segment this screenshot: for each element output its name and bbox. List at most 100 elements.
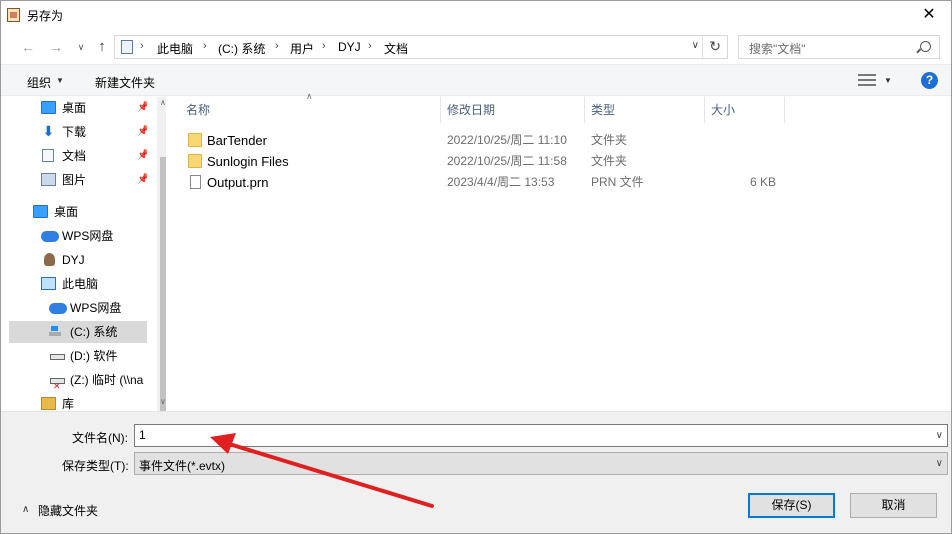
forward-arrow-icon[interactable]: → bbox=[46, 39, 66, 55]
navigation-row: ← → ∨ ↑ › 此电脑 › (C:) 系统 › 用户 › DYJ › 文档 … bbox=[0, 30, 952, 64]
file-size: 6 KB bbox=[749, 175, 776, 189]
filetype-select[interactable]: 事件文件(*.evtx) ∨ bbox=[134, 452, 948, 475]
back-arrow-icon[interactable]: ← bbox=[18, 39, 38, 55]
nav-item-downloads[interactable]: ⬇ 下载 📌 bbox=[9, 121, 147, 143]
column-divider[interactable] bbox=[440, 97, 441, 123]
column-divider[interactable] bbox=[584, 97, 585, 123]
address-segment-documents[interactable]: 文档 bbox=[384, 40, 408, 57]
desktop-icon bbox=[33, 205, 48, 218]
nav-item-label: 下载 bbox=[62, 125, 87, 139]
picture-icon bbox=[41, 173, 56, 186]
column-header-name[interactable]: 名称 bbox=[186, 97, 210, 123]
filetype-value: 事件文件(*.evtx) bbox=[139, 459, 226, 473]
save-form-panel: 文件名(N): 1 ∨ 保存类型(T): 事件文件(*.evtx) ∨ ∧ 隐藏… bbox=[0, 411, 952, 534]
column-header-date[interactable]: 修改日期 bbox=[447, 97, 495, 123]
nav-item-desktop-quick[interactable]: 桌面 📌 bbox=[9, 97, 147, 119]
save-button[interactable]: 保存(S) bbox=[748, 493, 835, 518]
up-arrow-icon[interactable]: ↑ bbox=[92, 39, 112, 55]
refresh-icon[interactable]: ↻ bbox=[709, 38, 721, 55]
file-name: Sunlogin Files bbox=[207, 154, 289, 169]
pin-icon[interactable]: 📌 bbox=[137, 121, 147, 143]
hide-folders-button[interactable]: 隐藏文件夹 bbox=[38, 502, 98, 519]
nav-item-label: DYJ bbox=[62, 253, 85, 267]
nav-item-label: 桌面 bbox=[62, 101, 87, 115]
hide-folders-chevron-icon[interactable]: ∧ bbox=[22, 504, 29, 515]
address-history-chevron-icon[interactable]: ∨ bbox=[692, 40, 699, 51]
filename-dropdown-chevron-icon[interactable]: ∨ bbox=[936, 430, 943, 441]
file-row[interactable]: Output.prn 2023/4/4/周二 13:53 PRN 文件 6 KB bbox=[184, 172, 804, 193]
navigation-pane: 桌面 📌 ⬇ 下载 📌 文档 📌 图片 📌 桌面 WPS网盘 DYJ 此电脑 W… bbox=[9, 97, 172, 425]
pin-icon[interactable]: 📌 bbox=[137, 97, 147, 119]
column-divider[interactable] bbox=[704, 97, 705, 123]
scroll-down-icon[interactable]: ∨ bbox=[160, 397, 166, 406]
pin-icon[interactable]: 📌 bbox=[137, 169, 147, 191]
organize-button[interactable]: 组织 bbox=[27, 74, 51, 91]
nav-item-wps-cloud-pc[interactable]: WPS网盘 bbox=[9, 297, 147, 319]
nav-item-d-drive[interactable]: (D:) 软件 bbox=[9, 345, 147, 367]
column-divider[interactable] bbox=[784, 97, 785, 123]
nav-item-documents[interactable]: 文档 📌 bbox=[9, 145, 147, 167]
nav-item-label: 桌面 bbox=[54, 205, 79, 219]
pin-icon[interactable]: 📌 bbox=[137, 145, 147, 167]
view-options-caret-icon[interactable]: ▼ bbox=[884, 76, 892, 85]
nav-item-label: 文档 bbox=[62, 149, 87, 163]
library-icon bbox=[41, 397, 56, 410]
file-date: 2022/10/25/周二 11:58 bbox=[447, 154, 567, 168]
computer-icon bbox=[41, 277, 56, 290]
nav-item-wps-cloud[interactable]: WPS网盘 bbox=[9, 225, 147, 247]
nav-item-label: 此电脑 bbox=[62, 277, 99, 291]
address-segment-users[interactable]: 用户 bbox=[290, 40, 314, 57]
cancel-button[interactable]: 取消 bbox=[850, 493, 937, 518]
sort-ascending-icon: ∧ bbox=[306, 91, 313, 101]
file-icon bbox=[190, 175, 201, 189]
address-separator[interactable]: › bbox=[322, 40, 326, 52]
organize-caret-icon[interactable]: ▼ bbox=[56, 76, 64, 85]
scroll-up-icon[interactable]: ∧ bbox=[160, 98, 166, 107]
file-row[interactable]: Sunlogin Files 2022/10/25/周二 11:58 文件夹 bbox=[184, 151, 804, 172]
drive-icon bbox=[50, 354, 65, 360]
network-drive-icon bbox=[50, 375, 65, 391]
address-divider bbox=[702, 36, 703, 58]
system-drive-icon bbox=[49, 325, 61, 336]
app-icon bbox=[7, 8, 20, 22]
nav-item-label: (Z:) 临时 (\\na bbox=[70, 373, 144, 387]
help-icon[interactable]: ? bbox=[921, 72, 938, 89]
filetype-dropdown-chevron-icon[interactable]: ∨ bbox=[936, 458, 943, 469]
nav-item-pictures[interactable]: 图片 📌 bbox=[9, 169, 147, 191]
address-separator[interactable]: › bbox=[140, 40, 144, 52]
address-segment-c-drive[interactable]: (C:) 系统 bbox=[218, 40, 265, 57]
nav-item-z-drive[interactable]: (Z:) 临时 (\\na bbox=[9, 369, 147, 391]
location-document-icon bbox=[121, 40, 133, 54]
nav-item-label: WPS网盘 bbox=[62, 229, 114, 243]
filetype-label: 保存类型(T): bbox=[62, 459, 129, 473]
recent-locations-chevron-icon[interactable]: ∨ bbox=[71, 39, 91, 55]
nav-item-c-drive[interactable]: (C:) 系统 bbox=[9, 321, 147, 343]
filename-input[interactable]: 1 ∨ bbox=[134, 424, 948, 447]
nav-item-label: (D:) 软件 bbox=[70, 349, 118, 363]
column-header-type[interactable]: 类型 bbox=[591, 97, 615, 123]
new-folder-button[interactable]: 新建文件夹 bbox=[95, 74, 155, 91]
nav-item-label: (C:) 系统 bbox=[70, 325, 118, 339]
nav-item-desktop[interactable]: 桌面 bbox=[9, 201, 147, 223]
view-options-icon[interactable] bbox=[858, 74, 876, 86]
file-row[interactable]: BarTender 2022/10/25/周二 11:10 文件夹 bbox=[184, 130, 804, 151]
nav-item-label: WPS网盘 bbox=[70, 301, 122, 315]
nav-item-user[interactable]: DYJ bbox=[9, 249, 147, 271]
nav-item-this-pc[interactable]: 此电脑 bbox=[9, 273, 147, 295]
file-name: Output.prn bbox=[207, 175, 269, 190]
address-separator[interactable]: › bbox=[203, 40, 207, 52]
search-input[interactable]: 搜索"文档" bbox=[738, 35, 940, 59]
file-name: BarTender bbox=[207, 133, 267, 148]
address-segment-dyj[interactable]: DYJ bbox=[338, 40, 361, 54]
address-segment-this-pc[interactable]: 此电脑 bbox=[157, 40, 193, 57]
search-icon[interactable] bbox=[920, 41, 931, 52]
address-bar[interactable]: › 此电脑 › (C:) 系统 › 用户 › DYJ › 文档 ∨ ↻ bbox=[114, 35, 728, 59]
column-header-size[interactable]: 大小 bbox=[711, 97, 735, 123]
address-separator[interactable]: › bbox=[368, 40, 372, 52]
filename-value[interactable]: 1 bbox=[139, 428, 146, 442]
close-button[interactable]: ✕ bbox=[906, 0, 952, 30]
download-icon: ⬇ bbox=[42, 123, 55, 139]
folder-icon bbox=[188, 133, 202, 147]
address-separator[interactable]: › bbox=[275, 40, 279, 52]
title-bar: 另存为 ✕ bbox=[0, 0, 952, 30]
